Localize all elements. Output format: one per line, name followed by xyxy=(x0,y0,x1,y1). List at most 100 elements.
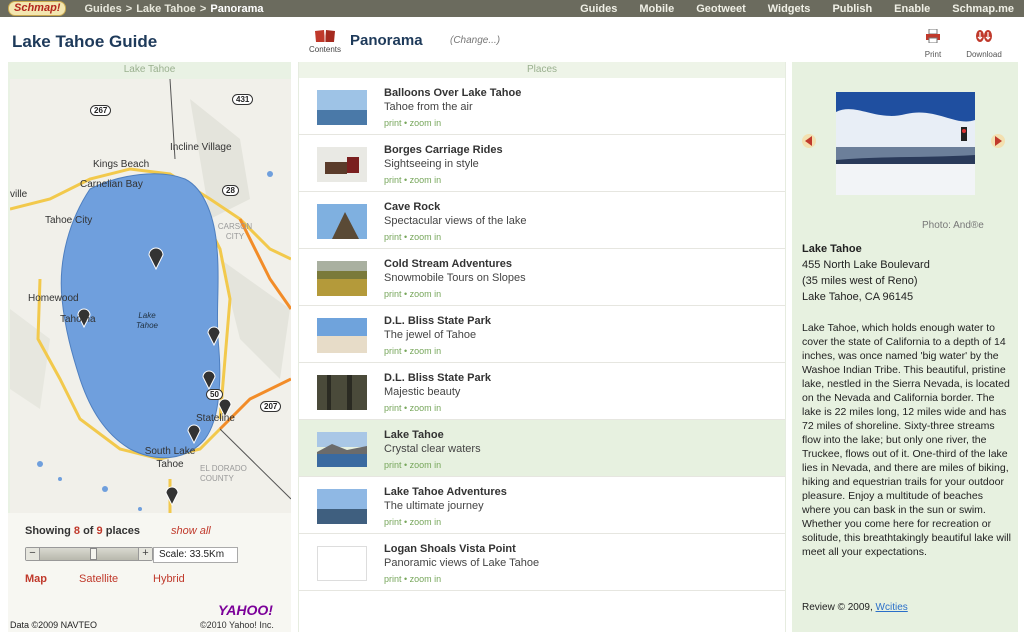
place-name[interactable]: Lake Tahoe Adventures xyxy=(384,486,507,498)
place-actions[interactable]: print • zoom in xyxy=(384,346,441,356)
place-actions[interactable]: print • zoom in xyxy=(384,232,441,242)
breadcrumb-separator: > xyxy=(199,2,207,15)
place-actions[interactable]: print • zoom in xyxy=(384,460,441,470)
place-detail-title: Lake Tahoe xyxy=(802,243,862,255)
breadcrumb-panorama: Panorama xyxy=(210,2,264,15)
place-actions[interactable]: print • zoom in xyxy=(384,175,441,185)
top-nav-links: Guides Mobile Geotweet Widgets Publish E… xyxy=(580,0,1014,17)
showing-suffix: places xyxy=(105,525,140,537)
map-canvas[interactable]: Incline Village Kings Beach Carnelian Ba… xyxy=(10,79,291,575)
nav-schmap-me[interactable]: Schmap.me xyxy=(952,3,1014,15)
schmap-logo[interactable]: Schmap! xyxy=(8,1,67,16)
place-item[interactable]: Cave Rock Spectacular views of the lake … xyxy=(299,192,785,249)
place-thumbnail[interactable] xyxy=(317,432,367,467)
place-name[interactable]: Borges Carriage Rides xyxy=(384,144,503,156)
nav-geotweet[interactable]: Geotweet xyxy=(696,3,746,15)
map-controls: Showing 8 of 9 places show all − + Scale… xyxy=(8,513,291,632)
place-subtitle: The jewel of Tahoe xyxy=(384,329,477,341)
place-item[interactable]: D.L. Bliss State Park Majestic beauty pr… xyxy=(299,363,785,420)
map-label-tahoe-city: Tahoe City xyxy=(45,215,93,226)
place-item[interactable]: D.L. Bliss State Park The jewel of Tahoe… xyxy=(299,306,785,363)
place-subtitle: Sightseeing in style xyxy=(384,158,479,170)
map-label-homewood: Homewood xyxy=(28,293,79,304)
place-name[interactable]: D.L. Bliss State Park xyxy=(384,315,491,327)
showing-shown: 8 xyxy=(73,525,81,537)
next-photo-arrow-icon[interactable] xyxy=(991,134,1005,148)
place-name[interactable]: D.L. Bliss State Park xyxy=(384,372,491,384)
place-name[interactable]: Balloons Over Lake Tahoe xyxy=(384,87,521,99)
place-thumbnail[interactable] xyxy=(317,90,367,125)
place-thumbnail[interactable] xyxy=(317,318,367,353)
place-thumbnail[interactable] xyxy=(317,489,367,524)
place-actions[interactable]: print • zoom in xyxy=(384,517,441,527)
road-shield-267: 267 xyxy=(90,105,112,116)
change-section-link[interactable]: (Change...) xyxy=(450,35,500,46)
place-name[interactable]: Lake Tahoe xyxy=(384,429,444,441)
place-subtitle: The ultimate journey xyxy=(384,500,484,512)
place-item-selected[interactable]: Lake Tahoe Crystal clear waters print • … xyxy=(299,420,785,477)
place-actions[interactable]: print • zoom in xyxy=(384,574,441,584)
nav-mobile[interactable]: Mobile xyxy=(639,3,674,15)
place-subtitle: Spectacular views of the lake xyxy=(384,215,527,227)
places-panel-title: Places xyxy=(299,62,785,78)
place-name[interactable]: Cave Rock xyxy=(384,201,440,213)
place-actions[interactable]: print • zoom in xyxy=(384,403,441,413)
previous-photo-arrow-icon[interactable] xyxy=(802,134,816,148)
road-shield-431: 431 xyxy=(232,94,254,105)
place-name[interactable]: Logan Shoals Vista Point xyxy=(384,543,516,555)
print-button[interactable]: Print xyxy=(920,28,946,59)
photo-credit: Photo: And®e xyxy=(922,220,984,231)
map-label-stateline: Stateline xyxy=(196,413,235,424)
zoom-out-button[interactable]: − xyxy=(26,548,40,560)
nav-enable[interactable]: Enable xyxy=(894,3,930,15)
map-label-south-lake-tahoe: South Lake Tahoe xyxy=(144,446,196,470)
place-item[interactable]: Borges Carriage Rides Sightseeing in sty… xyxy=(299,135,785,192)
download-icon xyxy=(976,30,992,42)
book-icon xyxy=(315,30,335,42)
yahoo-logo[interactable]: YAHOO! xyxy=(218,602,273,618)
places-panel: Places Balloons Over Lake Tahoe Tahoe fr… xyxy=(298,62,786,632)
contents-label: Contents xyxy=(308,45,342,54)
showing-prefix: Showing xyxy=(25,525,71,537)
map-type-hybrid[interactable]: Hybrid xyxy=(153,573,185,585)
breadcrumb-lake-tahoe[interactable]: Lake Tahoe xyxy=(136,3,196,15)
place-thumbnail[interactable] xyxy=(317,147,367,182)
map-type-map[interactable]: Map xyxy=(25,573,79,585)
address-line-2: (35 miles west of Reno) xyxy=(802,275,918,287)
place-item[interactable]: Lake Tahoe Adventures The ultimate journ… xyxy=(299,477,785,534)
zoom-slider[interactable]: − + xyxy=(25,547,153,561)
place-subtitle: Panoramic views of Lake Tahoe xyxy=(384,557,540,569)
showing-total: 9 xyxy=(96,525,103,537)
place-name[interactable]: Cold Stream Adventures xyxy=(384,258,512,270)
download-button[interactable]: Download xyxy=(962,29,1006,59)
road-shield-50: 50 xyxy=(206,389,223,400)
nav-publish[interactable]: Publish xyxy=(832,3,872,15)
place-actions[interactable]: print • zoom in xyxy=(384,118,441,128)
nav-widgets[interactable]: Widgets xyxy=(768,3,811,15)
review-source-link[interactable]: Wcities xyxy=(876,602,908,613)
review-credit: Review © 2009, Wcities xyxy=(802,602,908,613)
map-type-satellite[interactable]: Satellite xyxy=(79,573,153,585)
place-item[interactable]: Balloons Over Lake Tahoe Tahoe from the … xyxy=(299,78,785,135)
zoom-in-button[interactable]: + xyxy=(138,548,152,560)
place-thumbnail[interactable] xyxy=(317,261,367,296)
place-actions[interactable]: print • zoom in xyxy=(384,289,441,299)
map-label-el-dorado-county: EL DORADO COUNTY xyxy=(200,464,247,483)
place-item[interactable]: Logan Shoals Vista Point Panoramic views… xyxy=(299,534,785,591)
show-all-link[interactable]: show all xyxy=(171,525,211,537)
place-thumbnail[interactable] xyxy=(317,375,367,410)
contents-button[interactable]: Contents xyxy=(302,29,348,54)
map-panel-title: Lake Tahoe xyxy=(123,64,176,75)
place-item[interactable]: Cold Stream Adventures Snowmobile Tours … xyxy=(299,249,785,306)
map-panel: Lake Tahoe Incline Village Kings Beach C… xyxy=(8,62,291,632)
zoom-handle[interactable] xyxy=(90,548,97,560)
place-subtitle: Crystal clear waters xyxy=(384,443,481,455)
place-thumbnail[interactable] xyxy=(317,204,367,239)
printer-icon xyxy=(926,28,940,44)
review-prefix: Review © 2009, xyxy=(802,602,873,613)
download-label: Download xyxy=(966,50,1002,59)
nav-guides[interactable]: Guides xyxy=(580,3,617,15)
breadcrumb-guides[interactable]: Guides xyxy=(84,3,121,15)
place-thumbnail-empty[interactable] xyxy=(317,546,367,581)
place-subtitle: Tahoe from the air xyxy=(384,101,473,113)
